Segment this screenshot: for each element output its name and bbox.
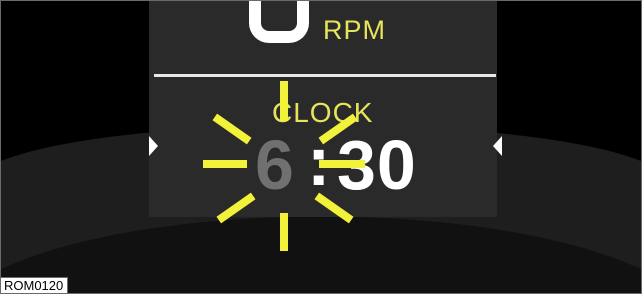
reference-code-label: ROM0120 — [1, 277, 69, 293]
flash-ray-top — [280, 81, 288, 121]
flash-ray-bottom-right — [314, 192, 354, 224]
flash-rays-icon — [203, 81, 365, 251]
flash-ray-bottom-left — [216, 192, 256, 224]
flash-ray-bottom — [280, 213, 288, 251]
flash-ray-top-right — [318, 113, 358, 145]
flash-ray-right — [319, 160, 365, 168]
flash-ray-left — [203, 160, 247, 168]
flash-ray-top-left — [212, 113, 252, 145]
gauge-display-frame: RPM CLOCK 6 : 30 ROM0120 — [0, 0, 642, 294]
